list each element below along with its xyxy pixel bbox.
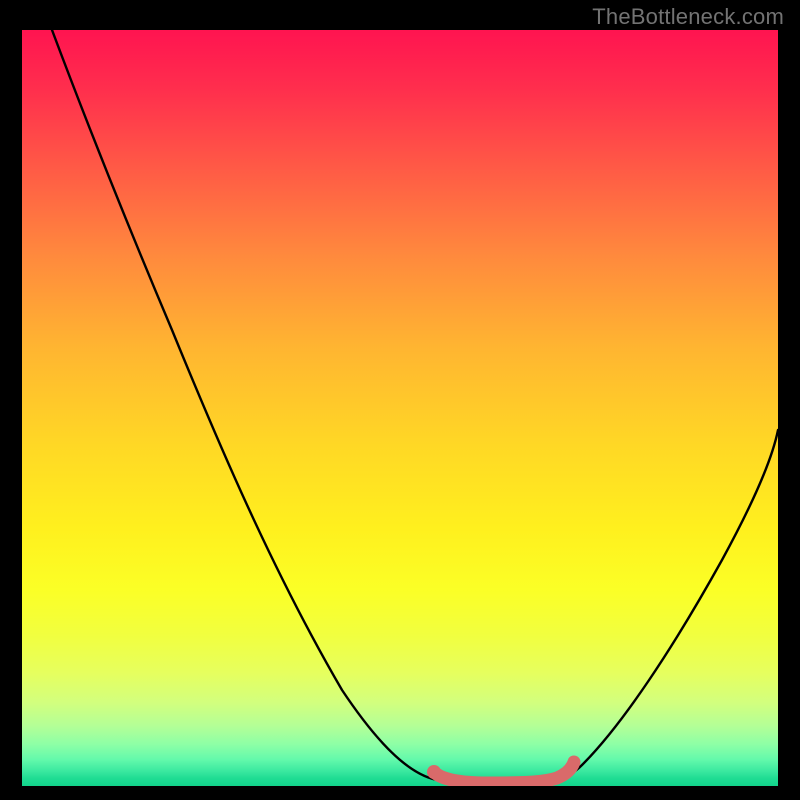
attribution-label: TheBottleneck.com bbox=[592, 4, 784, 30]
optimal-start-dot bbox=[427, 765, 441, 779]
optimal-range-marker bbox=[434, 762, 574, 783]
curve-layer bbox=[22, 30, 778, 786]
plot-area bbox=[22, 30, 778, 786]
bottleneck-curve bbox=[52, 30, 778, 784]
chart-frame: TheBottleneck.com bbox=[0, 0, 800, 800]
